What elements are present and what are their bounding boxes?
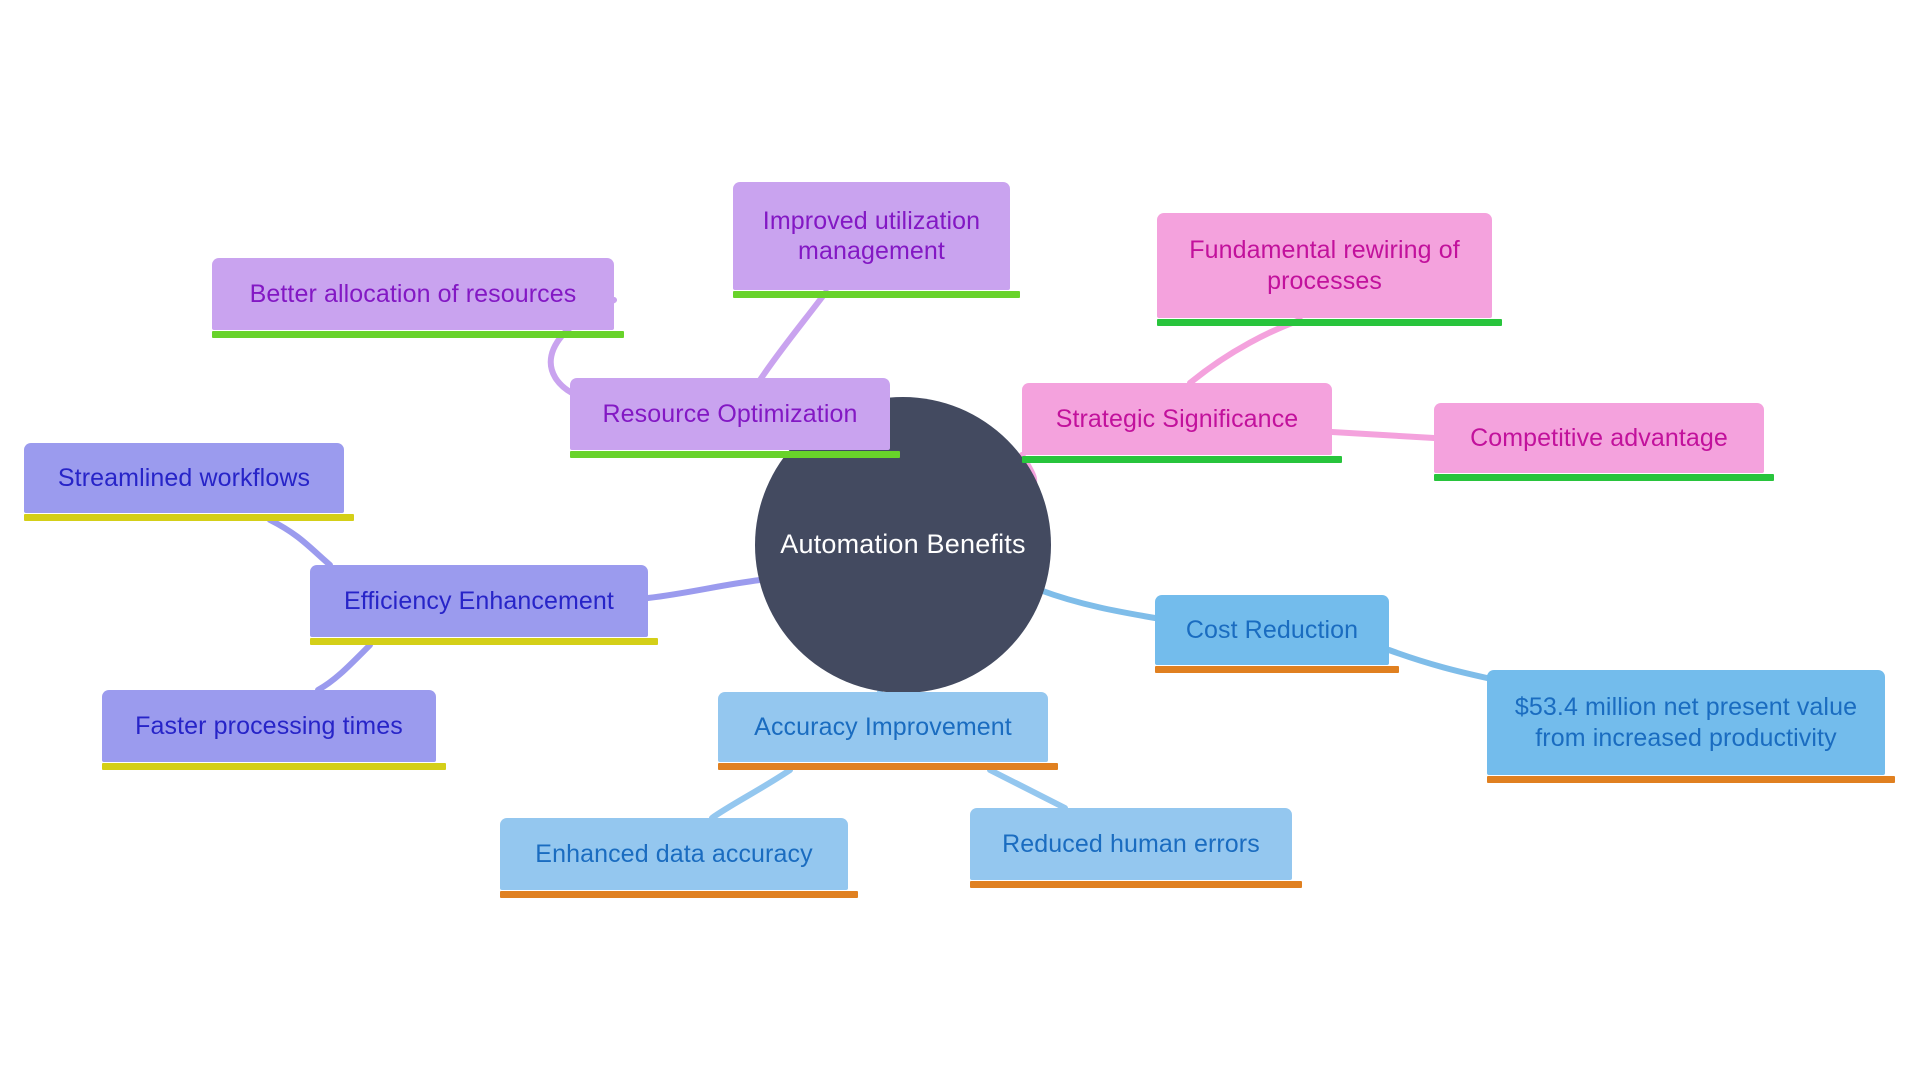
- node-label-efficiency-enhancement: Efficiency Enhancement: [344, 586, 614, 615]
- node-label-streamlined-workflows: Streamlined workflows: [57, 463, 311, 492]
- node-underline-resource-optimization: [570, 451, 900, 458]
- mindmap-canvas: Automation Benefits Resource Optimizatio…: [0, 0, 1920, 1080]
- node-underline-net-present-value: [1487, 776, 1895, 783]
- root-node-label: Automation Benefits: [780, 529, 1026, 560]
- node-underline-efficiency-enhancement: [310, 638, 658, 645]
- node-underline-faster-processing: [102, 763, 446, 770]
- node-enhanced-data-accuracy[interactable]: Enhanced data accuracy: [500, 818, 858, 898]
- node-underline-accuracy-improvement: [718, 763, 1058, 770]
- node-label-fundamental-rewiring: Fundamental rewiring of processes: [1189, 236, 1460, 295]
- node-better-allocation[interactable]: Better allocation of resources: [212, 258, 624, 338]
- node-underline-improved-utilization: [733, 291, 1020, 298]
- node-label-better-allocation: Better allocation of resources: [249, 279, 577, 308]
- node-layer: Automation Benefits Resource Optimizatio…: [0, 0, 1920, 1080]
- node-label-strategic-significance: Strategic Significance: [1055, 404, 1299, 433]
- node-label-net-present-value: $53.4 million net present value from inc…: [1514, 693, 1858, 752]
- node-fundamental-rewiring[interactable]: Fundamental rewiring of processes: [1157, 213, 1502, 326]
- node-net-present-value[interactable]: $53.4 million net present value from inc…: [1487, 670, 1895, 783]
- node-underline-fundamental-rewiring: [1157, 319, 1502, 326]
- node-underline-better-allocation: [212, 331, 624, 338]
- node-reduced-human-errors[interactable]: Reduced human errors: [970, 808, 1302, 888]
- node-label-improved-utilization: Improved utilization management: [762, 206, 981, 266]
- node-strategic-significance[interactable]: Strategic Significance: [1022, 383, 1342, 463]
- node-label-enhanced-data-accuracy: Enhanced data accuracy: [535, 839, 813, 868]
- node-underline-enhanced-data-accuracy: [500, 891, 858, 898]
- node-accuracy-improvement[interactable]: Accuracy Improvement: [718, 692, 1058, 770]
- node-underline-strategic-significance: [1022, 456, 1342, 463]
- node-underline-cost-reduction: [1155, 666, 1399, 673]
- node-underline-streamlined-workflows: [24, 514, 354, 521]
- node-label-resource-optimization: Resource Optimization: [602, 399, 858, 428]
- node-underline-competitive-advantage: [1434, 474, 1774, 481]
- node-label-reduced-human-errors: Reduced human errors: [1002, 829, 1260, 858]
- node-underline-reduced-human-errors: [970, 881, 1302, 888]
- node-streamlined-workflows[interactable]: Streamlined workflows: [24, 443, 354, 521]
- node-label-accuracy-improvement: Accuracy Improvement: [754, 712, 1012, 741]
- node-faster-processing[interactable]: Faster processing times: [102, 690, 446, 770]
- node-cost-reduction[interactable]: Cost Reduction: [1155, 595, 1399, 673]
- node-resource-optimization[interactable]: Resource Optimization: [570, 378, 900, 458]
- node-improved-utilization[interactable]: Improved utilization management: [733, 182, 1020, 298]
- node-label-competitive-advantage: Competitive advantage: [1470, 423, 1728, 452]
- node-label-faster-processing: Faster processing times: [135, 711, 403, 740]
- node-competitive-advantage[interactable]: Competitive advantage: [1434, 403, 1774, 481]
- node-label-cost-reduction: Cost Reduction: [1185, 615, 1359, 644]
- node-efficiency-enhancement[interactable]: Efficiency Enhancement: [310, 565, 658, 645]
